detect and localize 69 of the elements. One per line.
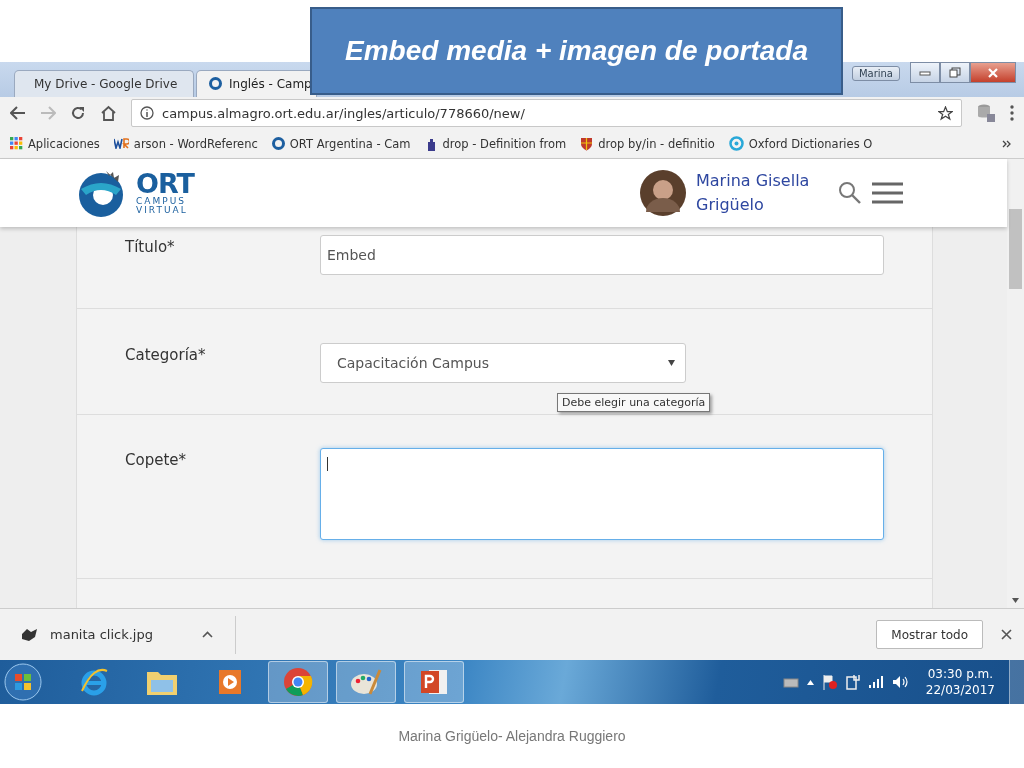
menu-icon[interactable] [872,181,903,204]
field-label: Categoría* [125,344,207,364]
keyboard-icon[interactable] [782,676,799,688]
taskbar-button[interactable] [404,661,464,703]
bookmark[interactable]: arson - WordReferenc [113,136,258,151]
browser-tab[interactable]: My Drive - Google Drive [14,69,194,97]
signal-icon[interactable] [867,676,884,688]
file-icon [20,627,38,642]
extension-icon[interactable] [976,103,996,124]
scroll-down-icon[interactable] [1012,598,1019,604]
clock-time: 03:30 p.m. [927,665,994,682]
back-icon[interactable] [10,106,26,121]
caret-icon [668,359,675,366]
download-file[interactable]: manita click.jpg [50,627,190,643]
logo-title: ORT [136,170,194,198]
apps-grid-icon [10,137,23,151]
taskbar-button[interactable] [268,661,328,703]
show-all-button[interactable]: Mostrar todo [876,620,983,650]
chevron-up-icon[interactable] [202,631,213,639]
slide-footer: Marina Grigüelo- Alejandra Ruggiero [398,728,626,744]
restore-button[interactable] [940,62,970,83]
bookmark[interactable]: ORT Argentina - Cam [271,136,411,151]
field-label: Título* [125,236,176,256]
logo-subtitle: VIRTUAL [136,206,189,216]
scrollbar-thumb[interactable] [1009,208,1022,289]
user-name[interactable]: Marina Gisella Grigüelo [696,168,816,217]
search-icon[interactable] [838,180,862,205]
play-icon [218,669,242,695]
title-field[interactable]: Embed [320,234,884,275]
bookmark[interactable]: drop - Definition from [424,136,567,151]
restore-icon [949,67,961,78]
clock-date: 22/03/2017 [925,682,995,699]
category-dropdown[interactable]: Capacitación Campus [320,342,686,383]
home-icon[interactable] [100,105,117,122]
logo-subtitle: CAMPUS [136,197,187,207]
browser-tab[interactable]: Inglés - Camp [196,69,317,97]
minimize-button[interactable] [910,62,940,83]
address-bar[interactable]: campus.almagro.ort.edu.ar/ingles/articulo/778660/new/ [131,99,962,128]
avatar[interactable] [640,169,686,216]
tray-expand-icon[interactable] [806,679,814,685]
palette-icon [350,668,382,696]
ring-logo-icon [271,137,285,151]
user-badge[interactable]: Marina [851,66,900,81]
close-button[interactable] [970,62,1016,83]
menu-icon[interactable] [1010,105,1014,122]
volume-icon[interactable] [891,675,908,689]
star-icon[interactable] [938,105,953,121]
summary-field[interactable] [320,447,884,540]
close-icon[interactable] [1001,629,1012,641]
flag-alert-icon[interactable] [821,674,838,690]
field-label: Copete* [125,449,187,469]
info-icon [140,106,154,121]
slide-title: Embed media + imagen de portada [310,7,843,95]
ring-logo-icon [728,136,744,152]
browser-e-icon [79,667,109,697]
slides-app-icon [419,667,449,697]
letters-logo-icon [113,138,129,150]
close-icon [987,67,999,78]
bookmark[interactable]: Aplicaciones [10,136,100,151]
ring-logo-icon [209,77,222,91]
start-button[interactable] [4,663,42,701]
more-bookmarks-icon[interactable] [1002,139,1012,148]
minimize-icon [919,69,931,76]
chrome-icon [283,667,313,697]
bookmark[interactable]: Oxford Dictionaries O [728,136,873,152]
reload-icon[interactable] [70,105,86,122]
bookmark[interactable]: drop by/in - definitio [580,136,715,151]
power-plug-icon[interactable] [845,674,860,690]
shield-icon [580,136,594,151]
